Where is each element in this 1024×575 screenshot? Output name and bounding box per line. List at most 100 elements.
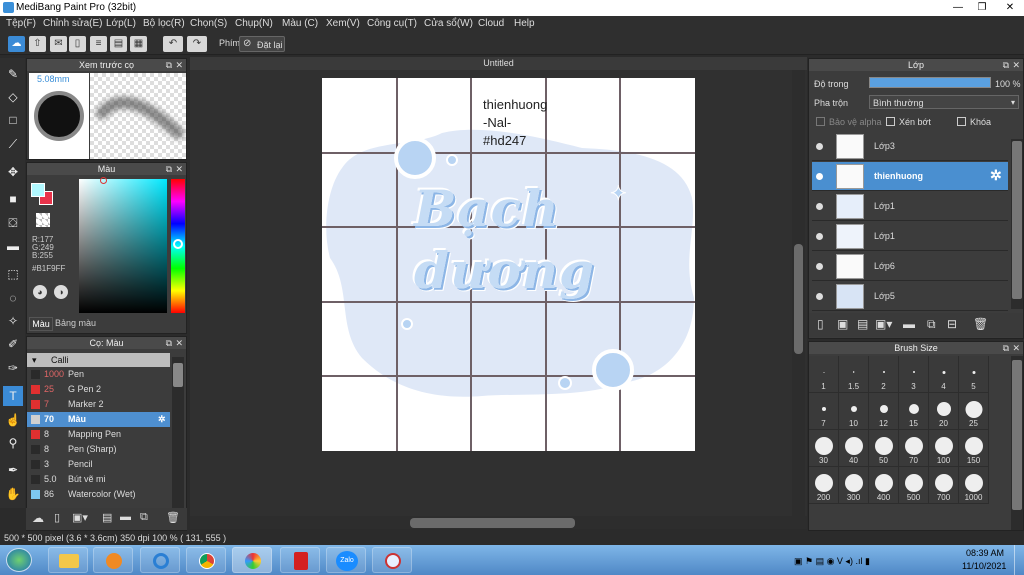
tray-icons[interactable]: ▣ ⚑ ▤ ◉ V ◂) .ıl ▮ bbox=[794, 556, 870, 567]
close-button[interactable]: ✕ bbox=[996, 0, 1024, 16]
select-eraser-icon[interactable]: ✑ bbox=[3, 358, 23, 378]
new-halftone-layer-icon[interactable]: ▣ bbox=[837, 317, 848, 331]
brush-size-option[interactable]: 70 bbox=[899, 430, 929, 467]
tab-palette[interactable]: Bảng màu bbox=[55, 318, 96, 328]
menu-select[interactable]: Chọn(S) bbox=[190, 18, 227, 29]
tab-color[interactable]: Màu bbox=[29, 317, 53, 331]
opacity-slider[interactable] bbox=[869, 77, 991, 88]
close-icon[interactable]: ✕ bbox=[175, 337, 183, 349]
hue-slider-handle[interactable] bbox=[173, 239, 183, 249]
reset-button[interactable]: ⊘ Đặt lại bbox=[239, 36, 285, 52]
clipping-checkbox[interactable] bbox=[886, 117, 895, 126]
operation-tool-icon[interactable]: ☝ bbox=[3, 410, 23, 430]
brush-size-option[interactable]: 1000 bbox=[959, 467, 989, 504]
line-tool-icon[interactable]: ⟋ bbox=[3, 134, 23, 154]
menu-filter[interactable]: Bộ lọc(R) bbox=[143, 18, 185, 29]
layer-row[interactable]: Lớp1 bbox=[812, 192, 1008, 221]
undo-icon[interactable]: ↶ bbox=[163, 36, 183, 52]
close-icon[interactable]: ✕ bbox=[1012, 342, 1020, 354]
eyedropper-tool-icon[interactable]: ⚲ bbox=[3, 433, 23, 453]
dropper-icon[interactable]: ✒ bbox=[3, 460, 23, 480]
vertical-scroll-thumb[interactable] bbox=[794, 244, 803, 354]
brush-item-selected[interactable]: 70 Màu ✲ bbox=[27, 412, 170, 427]
brush-size-option[interactable]: 700 bbox=[929, 467, 959, 504]
brush-size-option[interactable]: 4 bbox=[929, 356, 959, 393]
new-brush-icon[interactable]: ▯ bbox=[54, 511, 60, 524]
redo-icon[interactable]: ↷ bbox=[187, 36, 207, 52]
close-icon[interactable]: ✕ bbox=[175, 163, 183, 175]
move-tool-icon[interactable]: ✥ bbox=[3, 162, 23, 182]
brush-item[interactable]: 8 Mapping Pen bbox=[27, 427, 170, 442]
eye-icon[interactable] bbox=[816, 203, 823, 210]
brush-size-scroll-thumb[interactable] bbox=[1012, 360, 1022, 510]
pdf-icon[interactable] bbox=[280, 547, 320, 573]
explorer-icon[interactable] bbox=[48, 547, 88, 573]
brush-size-option[interactable]: 400 bbox=[869, 467, 899, 504]
minimize-button[interactable]: — bbox=[946, 0, 970, 16]
brush-item[interactable]: 5.0 Bút vẽ mi bbox=[27, 472, 170, 487]
horizontal-scroll-thumb[interactable] bbox=[410, 518, 575, 528]
media-player-icon[interactable] bbox=[93, 547, 133, 573]
brush-list-scrollbar[interactable] bbox=[172, 357, 184, 527]
copy-brush-icon[interactable]: ▤ bbox=[102, 511, 112, 524]
medibang-icon[interactable] bbox=[232, 547, 272, 573]
popout-icon[interactable]: ⧉ bbox=[166, 163, 172, 175]
popout-icon[interactable]: ⧉ bbox=[166, 337, 172, 349]
duplicate-icon[interactable]: ⧉ bbox=[140, 511, 148, 524]
brush-size-option[interactable]: 10 bbox=[839, 393, 869, 430]
cloud-icon[interactable]: ☁ bbox=[8, 36, 25, 52]
gear-icon[interactable]: ✲ bbox=[158, 414, 166, 425]
layer-row[interactable]: Lớp3 bbox=[812, 132, 1008, 161]
chrome-icon[interactable] bbox=[186, 547, 226, 573]
eye-icon[interactable] bbox=[816, 173, 823, 180]
layer-row[interactable]: Lớp6 bbox=[812, 252, 1008, 281]
primary-color-swatch[interactable] bbox=[31, 183, 45, 197]
menu-edit[interactable]: Chỉnh sửa(E) bbox=[43, 18, 103, 29]
brush-size-option[interactable]: 7 bbox=[809, 393, 839, 430]
brush-size-option[interactable]: 2 bbox=[869, 356, 899, 393]
menu-cloud[interactable]: Cloud bbox=[478, 18, 504, 29]
menu-window[interactable]: Cửa sổ(W) bbox=[424, 18, 473, 29]
brush-size-option[interactable]: 12 bbox=[869, 393, 899, 430]
brush-size-option[interactable]: 30 bbox=[809, 430, 839, 467]
brush-item[interactable]: 1000 Pen bbox=[27, 367, 170, 382]
brush-size-option[interactable]: 1.5 bbox=[839, 356, 869, 393]
popout-icon[interactable]: ⧉ bbox=[1003, 342, 1009, 354]
gradient-tool-icon[interactable]: ▬ bbox=[3, 236, 23, 256]
horizontal-scrollbar[interactable] bbox=[190, 516, 807, 529]
select-rect-icon[interactable]: ⬚ bbox=[3, 264, 23, 284]
new-file-icon[interactable]: ▯ bbox=[69, 36, 86, 52]
sv-picker-cursor[interactable] bbox=[100, 177, 107, 184]
comment-icon[interactable]: ✉ bbox=[50, 36, 67, 52]
document-icon[interactable]: ≡ bbox=[90, 36, 107, 52]
brush-size-option[interactable]: 40 bbox=[839, 430, 869, 467]
brush-item[interactable]: 86 Watercolor (Wet) bbox=[27, 487, 170, 502]
duplicate-layer-icon[interactable]: ⧉ bbox=[927, 317, 936, 332]
brush-group-header[interactable]: ▾ Calli bbox=[27, 353, 170, 367]
new-8bit-layer-icon[interactable]: ▤ bbox=[857, 317, 868, 331]
hue-slider[interactable] bbox=[171, 179, 185, 313]
vertical-scrollbar[interactable] bbox=[792, 70, 805, 516]
brush-size-option[interactable]: 500 bbox=[899, 467, 929, 504]
eye-icon[interactable] bbox=[816, 263, 823, 270]
brush-size-option[interactable]: 15 bbox=[899, 393, 929, 430]
saturation-value-picker[interactable] bbox=[79, 177, 167, 313]
brush-size-option[interactable]: 300 bbox=[839, 467, 869, 504]
trash-icon[interactable]: 🗑 bbox=[973, 317, 988, 331]
popout-icon[interactable]: ⧉ bbox=[1003, 59, 1009, 71]
new-layer-icon[interactable]: ▯ bbox=[817, 317, 824, 331]
maximize-button[interactable]: ❐ bbox=[970, 0, 994, 16]
grid-icon[interactable]: ▦ bbox=[130, 36, 147, 52]
lock-checkbox[interactable] bbox=[957, 117, 966, 126]
hand-tool-icon[interactable]: ✋ bbox=[3, 484, 23, 504]
layer-options-icon[interactable]: ▣▾ bbox=[875, 317, 892, 331]
transparent-swatch[interactable] bbox=[36, 213, 50, 227]
brush-item[interactable]: 25 G Pen 2 bbox=[27, 382, 170, 397]
menu-file[interactable]: Tệp(F) bbox=[6, 18, 36, 29]
gear-icon[interactable]: ✲ bbox=[990, 167, 1002, 184]
brush-tool-icon[interactable]: ✎ bbox=[3, 64, 23, 84]
shape-tool-icon[interactable]: □ bbox=[3, 110, 23, 130]
brush-item[interactable]: 3 Pencil bbox=[27, 457, 170, 472]
show-desktop-button[interactable] bbox=[1014, 545, 1024, 575]
brush-item[interactable]: 7 Marker 2 bbox=[27, 397, 170, 412]
